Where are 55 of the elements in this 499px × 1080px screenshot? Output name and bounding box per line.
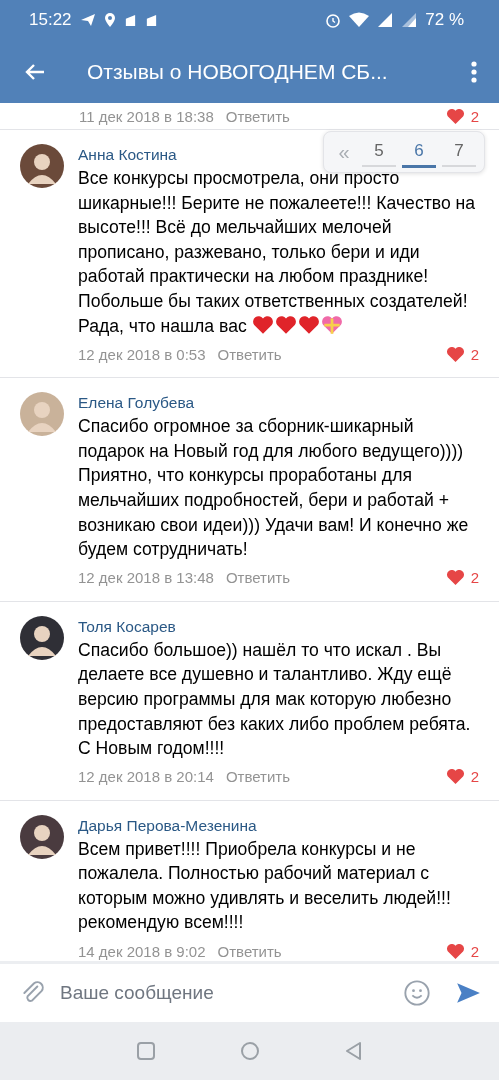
author-name[interactable]: Елена Голубева — [78, 392, 195, 415]
heart-icon[interactable] — [445, 768, 465, 786]
reply-link[interactable]: Ответить — [217, 345, 282, 363]
author-name[interactable]: Дарья Перова-Мезенина — [78, 814, 257, 837]
smiley-icon[interactable] — [403, 979, 431, 1007]
gift-heart-emoji-icon — [320, 314, 343, 335]
comment-date: 12 дек 2018 в 13:48 — [78, 569, 214, 587]
like-count: 2 — [470, 108, 479, 125]
heart-icon[interactable] — [445, 569, 465, 587]
location-pin-icon — [103, 12, 116, 28]
heart-icon[interactable] — [445, 345, 465, 363]
avatar[interactable] — [20, 615, 64, 660]
heart-icon[interactable] — [445, 108, 465, 125]
comment-date: 12 дек 2018 в 0:53 — [78, 345, 206, 363]
screen-title: Отзывы о НОВОГОДНЕМ СБ... — [87, 59, 389, 84]
reply-link[interactable]: Ответить — [225, 569, 290, 587]
comment-text: Все конкурсы просмотрела, они просто шикарные!!! Берите не пожалеете!!! Качество на высоте!!! Всё до мельчайших мелочей прописано, разжевано, только бери и иди работай практически на любом празднике! Побольше бы таких ответственных создателей! Рада, что нашла вас — [78, 167, 477, 338]
comment-date: 14 дек 2018 в 9:02 — [78, 942, 206, 960]
comment-text: Спасибо большое)) нашёл то что искал . Вы делаете все душевно и талантливо. Жду ещё версию программы для мак которую любезно предоставляют без каких либо проблем ребята. С Новым годом!!!! — [78, 638, 472, 761]
reply-link[interactable]: Ответить — [225, 768, 290, 786]
signal-icon — [401, 12, 418, 28]
reply-link[interactable]: Ответить — [217, 942, 282, 960]
heart-emoji-icon — [251, 314, 274, 335]
notification-icon — [144, 13, 158, 27]
home-icon[interactable] — [239, 1041, 260, 1061]
like-count: 2 — [470, 942, 479, 960]
send-icon[interactable] — [455, 980, 481, 1006]
author-name[interactable]: Толя Косарев — [78, 615, 176, 638]
status-time: 15:22 — [29, 10, 72, 30]
heart-emoji-icon — [274, 314, 297, 335]
back-icon[interactable] — [343, 1041, 364, 1061]
comment-date: 11 дек 2018 в 18:38 — [79, 108, 214, 125]
like-count: 2 — [470, 569, 479, 587]
battery-level: 72 % — [425, 10, 464, 30]
comment-date: 12 дек 2018 в 20:14 — [78, 768, 214, 786]
page-tab[interactable]: 5 — [362, 137, 396, 167]
author-name[interactable]: Анна Костина — [78, 144, 177, 166]
heart-icon[interactable] — [445, 942, 465, 960]
comment-text: Всем привет!!!! Приобрела конкурсы и не пожалела. Полностью рабочий материал с которым можно удивлять и веселить людей!!! рекомендую всем!!!! — [78, 837, 452, 935]
like-count: 2 — [470, 345, 479, 363]
recent-apps-icon[interactable] — [135, 1041, 156, 1061]
reply-link[interactable]: Ответить — [225, 108, 290, 125]
heart-emoji-icon — [297, 314, 320, 335]
send-icon — [79, 12, 96, 28]
alarm-icon — [325, 12, 342, 28]
page-tab[interactable]: 7 — [442, 137, 476, 167]
comment-text: Спасибо огромное за сборник-шикарный подарок на Новый год для любого ведущего)))) Приятно, что конкурсы проработаны для мельчайших подробностей, бери и работай + возникаю свои идеи))) Удачи вам! И конечно же будем сотрудничать! — [78, 415, 470, 562]
avatar[interactable] — [20, 814, 64, 859]
avatar[interactable] — [20, 144, 64, 188]
notification-icon — [123, 13, 137, 27]
like-count: 2 — [470, 768, 479, 786]
signal-icon — [377, 12, 394, 28]
page-tab[interactable]: 6 — [402, 136, 436, 168]
wifi-icon — [349, 12, 370, 28]
more-menu-icon[interactable] — [471, 59, 477, 84]
